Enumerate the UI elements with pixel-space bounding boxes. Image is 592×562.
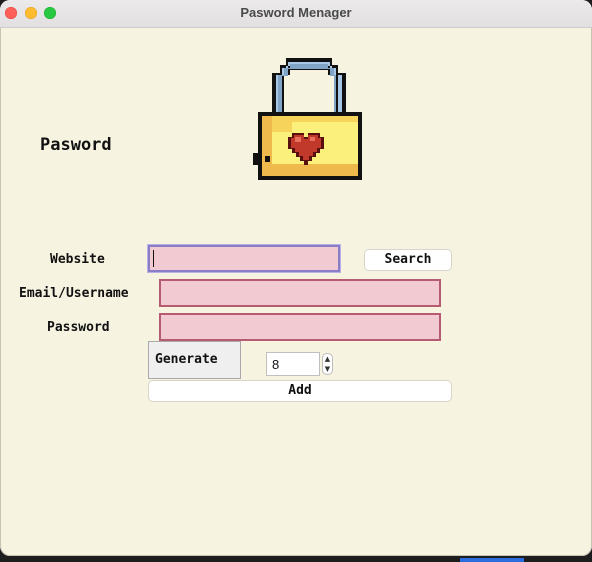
chevron-down-icon[interactable]: ▼ xyxy=(323,365,332,374)
app-label: Pasword xyxy=(40,135,112,155)
password-input[interactable] xyxy=(159,313,441,341)
search-button[interactable]: Search xyxy=(364,249,452,271)
app-window: Pasword Menager Pasword Website Search E… xyxy=(0,0,592,556)
website-input[interactable] xyxy=(148,245,340,272)
padlock-heart-logo xyxy=(253,58,362,180)
password-label: Password xyxy=(47,320,110,335)
spinbox-stepper[interactable]: ▲ ▼ xyxy=(322,353,333,375)
text-cursor xyxy=(153,250,154,267)
window-title: Pasword Menager xyxy=(240,5,352,20)
chevron-up-icon[interactable]: ▲ xyxy=(323,355,332,364)
password-length-spinbox[interactable]: 8 xyxy=(266,352,320,376)
email-label: Email/Username xyxy=(19,286,129,301)
title-bar: Pasword Menager xyxy=(0,0,592,28)
generate-button[interactable]: Generate xyxy=(148,341,241,379)
email-username-input[interactable] xyxy=(159,279,441,307)
add-button[interactable]: Add xyxy=(148,380,452,402)
dock-indicator xyxy=(460,558,524,562)
desktop-background-strip xyxy=(0,556,592,562)
website-label: Website xyxy=(50,252,105,267)
